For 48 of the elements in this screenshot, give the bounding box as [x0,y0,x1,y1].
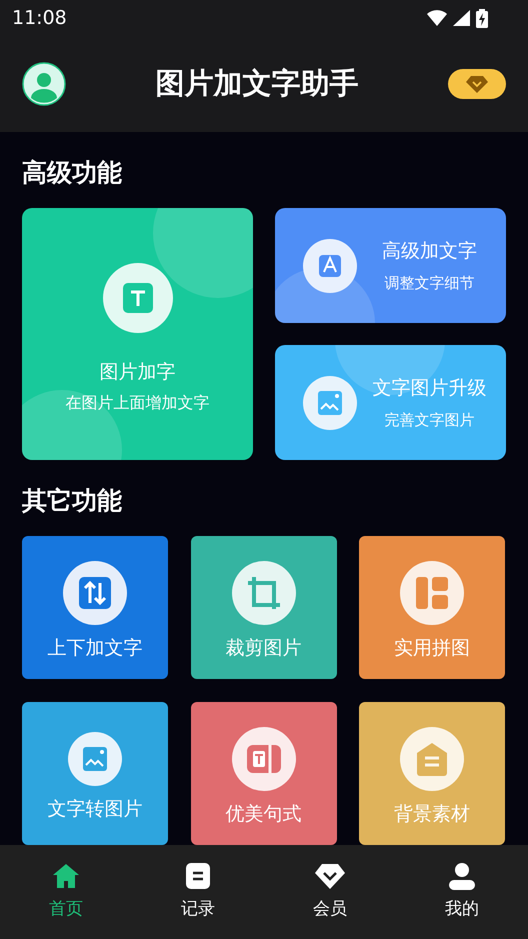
swap-arrows-icon [63,560,127,624]
image-icon [303,376,357,430]
section-title: 高级功能 [22,158,123,188]
person-icon [447,861,477,891]
tool-label: 优美句式 [226,802,302,826]
image-icon [68,732,122,786]
nav-tab[interactable]: 记录 [132,845,264,939]
crop-icon [232,560,296,624]
app-title: 图片加文字助手 [156,65,358,102]
section-title: 其它功能 [22,486,123,516]
status-time: 11:08 [12,7,67,29]
feature-card[interactable]: 图片加字 在图片上面增加文字 [22,208,253,460]
text-t-icon [102,262,172,332]
tool-tile[interactable]: 裁剪图片 [190,536,336,679]
signal-icon [453,10,470,26]
tool-label: 实用拼图 [394,636,470,660]
tool-tile[interactable]: 优美句式 [190,702,336,845]
tool-label: 文字转图片 [48,796,142,822]
tool-label: 上下加文字 [48,636,142,660]
list-icon [184,861,212,891]
feature-card[interactable]: 文字图片升级 完善文字图片 [275,345,506,460]
feature-title: 高级加文字 [382,239,477,264]
wifi-icon [427,10,447,26]
tool-tile[interactable]: 文字转图片 [22,702,168,845]
feature-title: 图片加字 [100,360,176,384]
feature-subtitle: 完善文字图片 [384,411,474,430]
feature-subtitle: 调整文字细节 [384,274,474,293]
tool-tile[interactable]: 实用拼图 [359,536,505,679]
nav-tab[interactable]: 我的 [396,845,528,939]
nav-tab[interactable]: 会员 [264,845,396,939]
layout-grid-icon [400,560,464,624]
diamond-icon [466,75,488,93]
battery-icon [476,8,488,28]
text-split-icon [232,726,296,790]
tool-label: 裁剪图片 [226,636,302,660]
letter-a-icon [303,238,357,292]
feature-title: 文字图片升级 [372,376,486,401]
feature-subtitle: 在图片上面增加文字 [66,392,210,414]
diamond-icon [314,861,346,891]
tool-label: 背景素材 [394,802,470,826]
vip-button[interactable] [448,69,506,99]
feature-card[interactable]: 高级加文字 调整文字细节 [275,208,506,323]
home-icon [51,861,81,891]
house-icon [400,726,464,790]
tool-tile[interactable]: 背景素材 [359,702,505,845]
avatar-icon[interactable] [22,62,66,106]
tool-tile[interactable]: 上下加文字 [22,536,168,679]
nav-tab[interactable]: 首页 [0,845,132,939]
